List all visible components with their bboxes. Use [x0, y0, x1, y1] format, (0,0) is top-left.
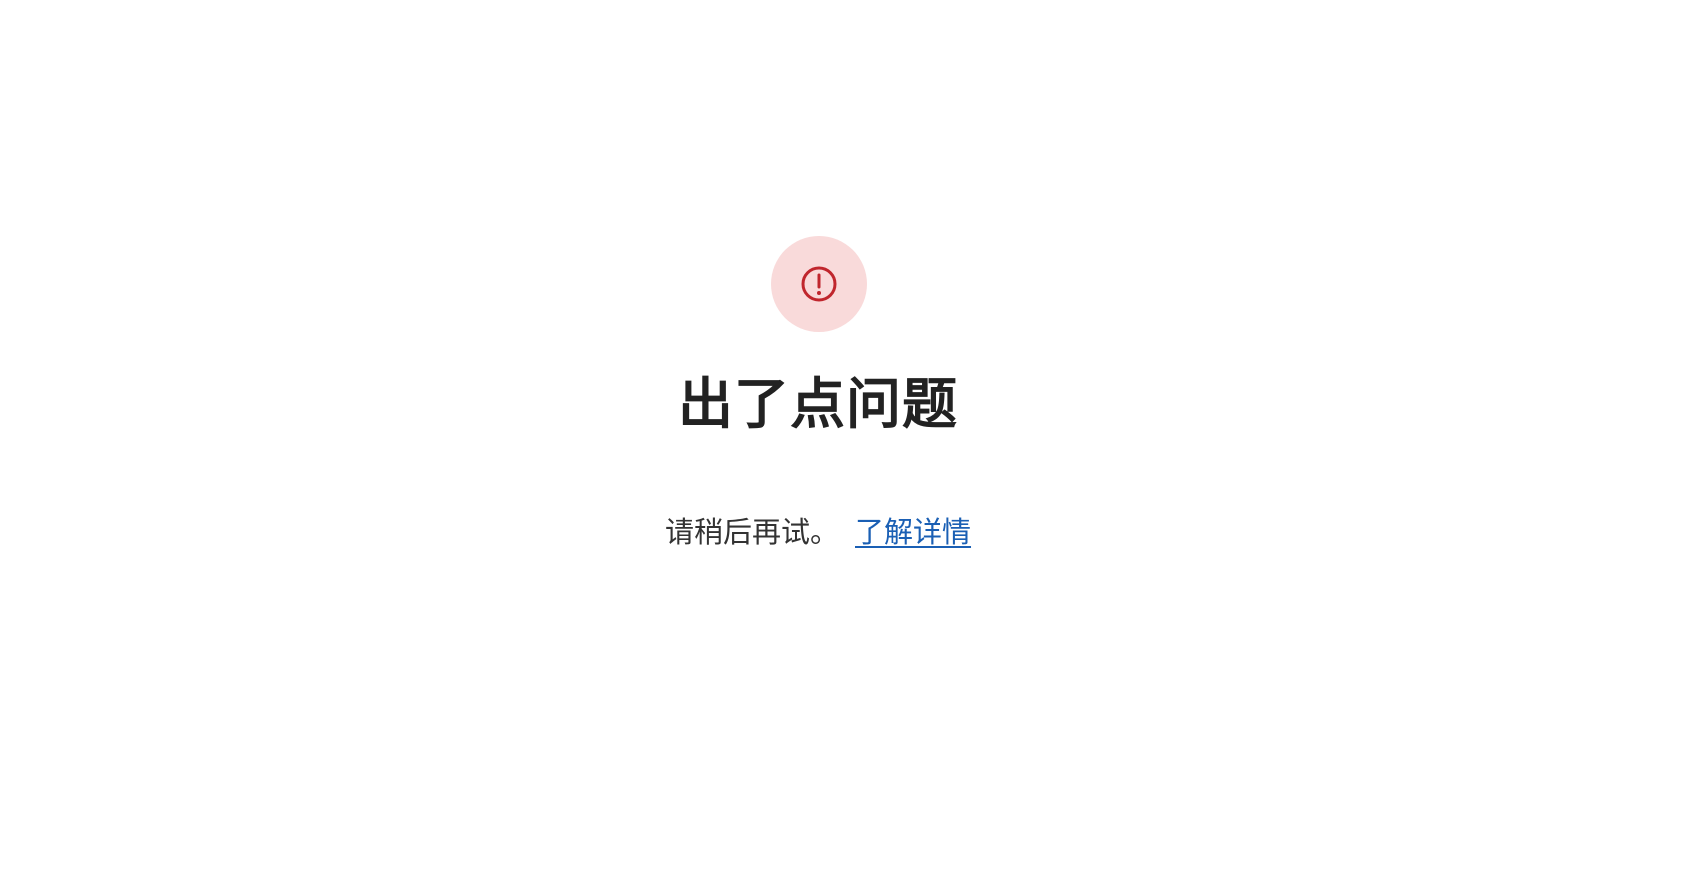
error-title: 出了点问题	[677, 372, 958, 436]
error-message: 请稍后再试。	[664, 515, 839, 549]
error-page: 出了点问题 请稍后再试。 了解详情	[0, 0, 1708, 871]
learn-more-link[interactable]: 了解详情	[855, 515, 971, 549]
error-message-row: 请稍后再试。 了解详情	[0, 510, 1636, 554]
alert-circle-icon	[801, 266, 837, 302]
error-icon-badge	[771, 236, 867, 332]
error-panel: 出了点问题 请稍后再试。 了解详情	[0, 0, 1636, 871]
